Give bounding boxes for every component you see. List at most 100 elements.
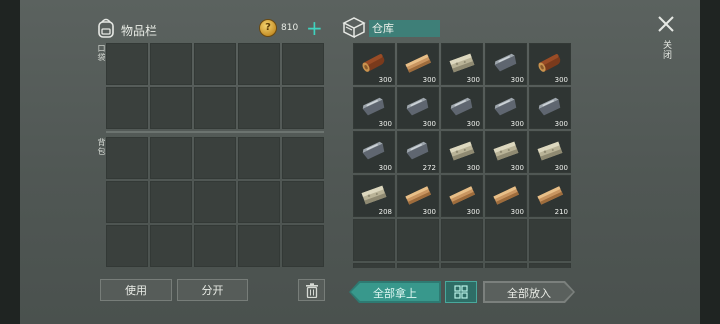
item-count: 272 bbox=[422, 164, 436, 172]
take-all-label: 全部拿上 bbox=[373, 287, 417, 300]
warehouse-slot-empty[interactable] bbox=[397, 263, 439, 268]
warehouse-slot-empty[interactable] bbox=[353, 263, 395, 268]
inventory-slot[interactable] bbox=[282, 43, 324, 85]
warehouse-slot-stone[interactable]: 300 bbox=[485, 131, 527, 173]
iron-icon bbox=[536, 94, 564, 120]
warehouse-slot-empty[interactable] bbox=[529, 219, 571, 261]
warehouse-slot-iron[interactable]: 300 bbox=[529, 87, 571, 129]
inventory-slot[interactable] bbox=[194, 43, 236, 85]
sort-button[interactable] bbox=[445, 281, 477, 303]
item-count: 300 bbox=[422, 208, 436, 216]
inventory-slot[interactable] bbox=[194, 181, 236, 223]
warehouse-slot-iron[interactable]: 300 bbox=[397, 87, 439, 129]
pocket-grid bbox=[106, 43, 324, 129]
warehouse-slot-plank[interactable]: 300 bbox=[397, 43, 439, 85]
warehouse-slot-iron[interactable]: 300 bbox=[485, 87, 527, 129]
inventory-slot[interactable] bbox=[194, 225, 236, 267]
add-coins-button[interactable]: + bbox=[306, 16, 323, 40]
stone-icon bbox=[492, 138, 520, 164]
inventory-slot[interactable] bbox=[238, 225, 280, 267]
item-count: 300 bbox=[554, 120, 568, 128]
inventory-slot[interactable] bbox=[194, 87, 236, 129]
inventory-slot[interactable] bbox=[238, 87, 280, 129]
item-count: 300 bbox=[510, 164, 524, 172]
inventory-slot[interactable] bbox=[238, 137, 280, 179]
item-count: 300 bbox=[510, 76, 524, 84]
close-icon[interactable] bbox=[654, 12, 678, 36]
inventory-slot[interactable] bbox=[106, 225, 148, 267]
inventory-slot[interactable] bbox=[106, 181, 148, 223]
warehouse-slot-stone[interactable]: 300 bbox=[529, 131, 571, 173]
warehouse-slot-log[interactable]: 300 bbox=[353, 43, 395, 85]
inventory-slot[interactable] bbox=[282, 137, 324, 179]
plank-icon bbox=[536, 182, 564, 208]
close-label[interactable]: 关闭 bbox=[660, 40, 673, 60]
plank-icon bbox=[404, 182, 432, 208]
trash-button[interactable] bbox=[298, 279, 325, 301]
item-count: 300 bbox=[422, 76, 436, 84]
iron-icon bbox=[492, 50, 520, 76]
section-divider bbox=[106, 131, 324, 133]
warehouse-slot-stone[interactable]: 300 bbox=[441, 131, 483, 173]
warehouse-slot-iron[interactable]: 300 bbox=[485, 43, 527, 85]
inventory-title: 物品栏 bbox=[121, 24, 158, 38]
warehouse-slot-empty[interactable] bbox=[353, 219, 395, 261]
iron-icon bbox=[360, 94, 388, 120]
iron-icon bbox=[492, 94, 520, 120]
warehouse-slot-empty[interactable] bbox=[485, 263, 527, 268]
take-all-button[interactable]: 全部拿上 bbox=[349, 281, 441, 303]
warehouse-slot-iron[interactable]: 300 bbox=[353, 131, 395, 173]
warehouse-slot-stone[interactable]: 300 bbox=[441, 43, 483, 85]
warehouse-slot-empty[interactable] bbox=[441, 219, 483, 261]
sort-grid-icon bbox=[454, 285, 468, 299]
warehouse-slot-empty[interactable] bbox=[529, 263, 571, 268]
iron-icon bbox=[448, 94, 476, 120]
inventory-slot[interactable] bbox=[282, 225, 324, 267]
warehouse-slot-plank[interactable]: 300 bbox=[485, 175, 527, 217]
item-count: 300 bbox=[554, 164, 568, 172]
inventory-slot[interactable] bbox=[238, 181, 280, 223]
coin-icon: ? bbox=[259, 19, 277, 37]
log-icon bbox=[360, 50, 388, 76]
item-count: 300 bbox=[510, 120, 524, 128]
item-count: 210 bbox=[554, 208, 568, 216]
item-count: 300 bbox=[378, 120, 392, 128]
item-count: 300 bbox=[466, 120, 480, 128]
warehouse-slot-plank[interactable]: 210 bbox=[529, 175, 571, 217]
warehouse-grid: 300 300 300 300 300 300 300 300 300 300 300 272 300 3… bbox=[353, 43, 571, 268]
item-count: 300 bbox=[510, 208, 524, 216]
inventory-slot[interactable] bbox=[150, 87, 192, 129]
split-button[interactable]: 分开 bbox=[177, 279, 248, 301]
warehouse-slot-iron[interactable]: 272 bbox=[397, 131, 439, 173]
stone-icon bbox=[360, 182, 388, 208]
item-count: 300 bbox=[378, 76, 392, 84]
warehouse-slot-empty[interactable] bbox=[441, 263, 483, 268]
inventory-slot[interactable] bbox=[194, 137, 236, 179]
warehouse-slot-stone[interactable]: 208 bbox=[353, 175, 395, 217]
backpack-grid bbox=[106, 137, 324, 268]
warehouse-slot-empty[interactable] bbox=[485, 219, 527, 261]
item-count: 208 bbox=[378, 208, 392, 216]
trash-icon bbox=[305, 283, 318, 299]
warehouse-slot-iron[interactable]: 300 bbox=[441, 87, 483, 129]
warehouse-slot-plank[interactable]: 300 bbox=[397, 175, 439, 217]
inventory-slot[interactable] bbox=[282, 87, 324, 129]
warehouse-slot-iron[interactable]: 300 bbox=[353, 87, 395, 129]
warehouse-slot-log[interactable]: 300 bbox=[529, 43, 571, 85]
inventory-slot[interactable] bbox=[150, 43, 192, 85]
iron-icon bbox=[404, 94, 432, 120]
inventory-slot[interactable] bbox=[282, 181, 324, 223]
use-button[interactable]: 使用 bbox=[100, 279, 172, 301]
warehouse-slot-plank[interactable]: 300 bbox=[441, 175, 483, 217]
inventory-slot[interactable] bbox=[106, 137, 148, 179]
inventory-slot[interactable] bbox=[150, 137, 192, 179]
put-all-label: 全部放入 bbox=[507, 287, 551, 300]
put-all-button[interactable]: 全部放入 bbox=[483, 281, 575, 303]
inventory-slot[interactable] bbox=[106, 43, 148, 85]
warehouse-slot-empty[interactable] bbox=[397, 219, 439, 261]
inventory-slot[interactable] bbox=[106, 87, 148, 129]
item-count: 300 bbox=[466, 76, 480, 84]
inventory-slot[interactable] bbox=[150, 181, 192, 223]
inventory-slot[interactable] bbox=[238, 43, 280, 85]
inventory-slot[interactable] bbox=[150, 225, 192, 267]
